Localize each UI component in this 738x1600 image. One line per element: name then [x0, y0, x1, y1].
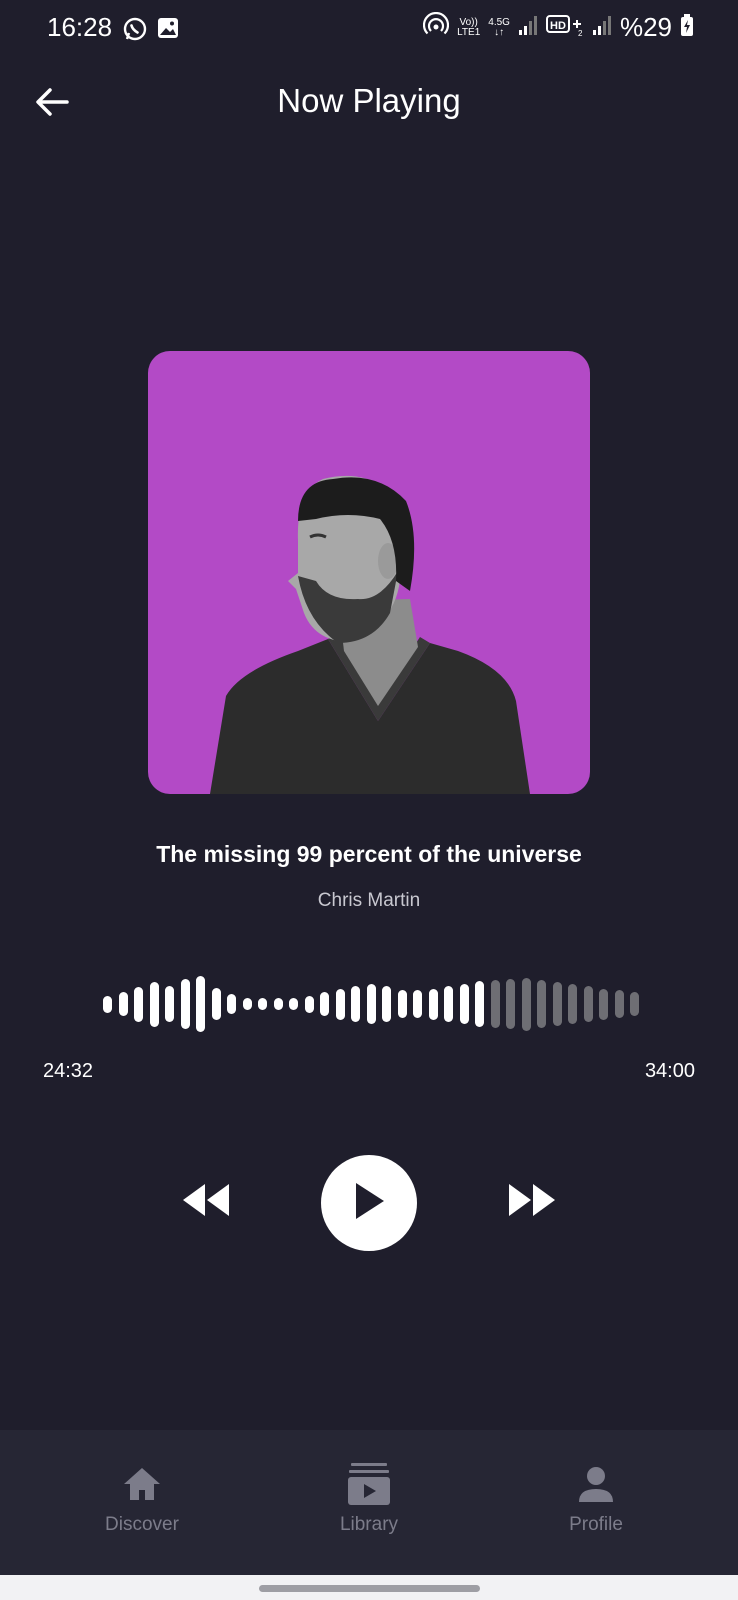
waveform-bar: [599, 989, 608, 1020]
time-total: 34:00: [644, 1060, 695, 1082]
waveform-bar: [320, 992, 329, 1016]
waveform-bar: [584, 986, 593, 1022]
rewind-button[interactable]: [180, 1180, 232, 1224]
waveform-bar: [568, 984, 577, 1024]
page-title: Now Playing: [277, 82, 461, 119]
nav-item-profile[interactable]: Profile: [516, 1460, 676, 1550]
nav-label: Profile: [569, 1514, 623, 1535]
waveform-bar: [150, 982, 159, 1027]
waveform-bar: [553, 982, 562, 1026]
signal-icon: [518, 14, 538, 41]
waveform-bar: [491, 980, 500, 1028]
signal-icon: [592, 14, 612, 41]
waveform-bar: [212, 988, 221, 1020]
waveform-bar: [444, 986, 453, 1022]
waveform-seekbar[interactable]: [103, 976, 639, 1032]
hd-icon: HD 2: [545, 13, 584, 42]
album-art: [148, 351, 590, 794]
waveform-bar: [258, 998, 267, 1010]
waveform-bar: [475, 981, 484, 1027]
hotspot-icon: [423, 11, 450, 43]
person-icon: [572, 1460, 620, 1508]
track-title: The missing 99 percent of the universe: [156, 841, 582, 867]
waveform-bar: [243, 998, 252, 1010]
waveform-bar: [367, 984, 376, 1024]
waveform-bar: [522, 978, 531, 1031]
status-bar: 16:28 Vo)) LTE1 4.5G ↓↑ HD 2 %29: [0, 0, 738, 60]
gesture-handle[interactable]: [259, 1585, 480, 1592]
svg-text:2: 2: [578, 29, 583, 37]
network-type: Vo)) LTE1: [457, 16, 481, 38]
nav-item-library[interactable]: Library: [289, 1460, 449, 1550]
bottom-nav: Discover Library Profile: [0, 1430, 738, 1575]
waveform-bar: [289, 998, 298, 1010]
nav-label: Discover: [105, 1514, 179, 1535]
fast-forward-icon: [507, 1182, 557, 1223]
waveform-bar: [413, 990, 422, 1018]
fast-forward-button[interactable]: [506, 1180, 558, 1224]
whatsapp-icon: [122, 16, 148, 47]
waveform-bar: [119, 992, 128, 1016]
waveform-bar: [134, 987, 143, 1022]
play-icon: [352, 1181, 386, 1226]
waveform-bar: [181, 979, 190, 1029]
waveform-bar: [274, 998, 283, 1010]
waveform-bar: [336, 989, 345, 1020]
waveform-bar: [351, 986, 360, 1022]
waveform-bar: [506, 979, 515, 1029]
play-button[interactable]: [321, 1155, 417, 1251]
waveform-bar: [103, 996, 112, 1013]
status-left-icons: [122, 16, 180, 47]
home-icon: [118, 1460, 166, 1508]
waveform-bar: [429, 989, 438, 1020]
nav-item-discover[interactable]: Discover: [62, 1460, 222, 1550]
rewind-icon: [181, 1182, 231, 1223]
waveform-bar: [227, 994, 236, 1014]
waveform-bar: [165, 986, 174, 1022]
status-time: 16:28: [47, 12, 113, 42]
svg-text:HD: HD: [550, 20, 566, 32]
battery-percent: %29: [619, 12, 672, 42]
time-elapsed: 24:32: [43, 1060, 94, 1082]
waveform-bar: [615, 990, 624, 1018]
waveform-bar: [537, 980, 546, 1028]
status-right-icons: Vo)) LTE1 4.5G ↓↑ HD 2 %29: [423, 11, 694, 43]
track-artist: Chris Martin: [317, 890, 421, 911]
library-icon: [345, 1460, 393, 1508]
waveform-bar: [196, 976, 205, 1032]
nav-label: Library: [339, 1514, 399, 1535]
network-generation: 4.5G ↓↑: [488, 16, 510, 38]
waveform-bar: [398, 990, 407, 1018]
artist-portrait: [210, 475, 530, 794]
waveform-bar: [630, 992, 639, 1016]
waveform-bar: [305, 996, 314, 1013]
waveform-bar: [460, 984, 469, 1024]
waveform-bar: [382, 986, 391, 1022]
gallery-icon: [156, 16, 180, 47]
battery-charging-icon: [680, 13, 694, 42]
